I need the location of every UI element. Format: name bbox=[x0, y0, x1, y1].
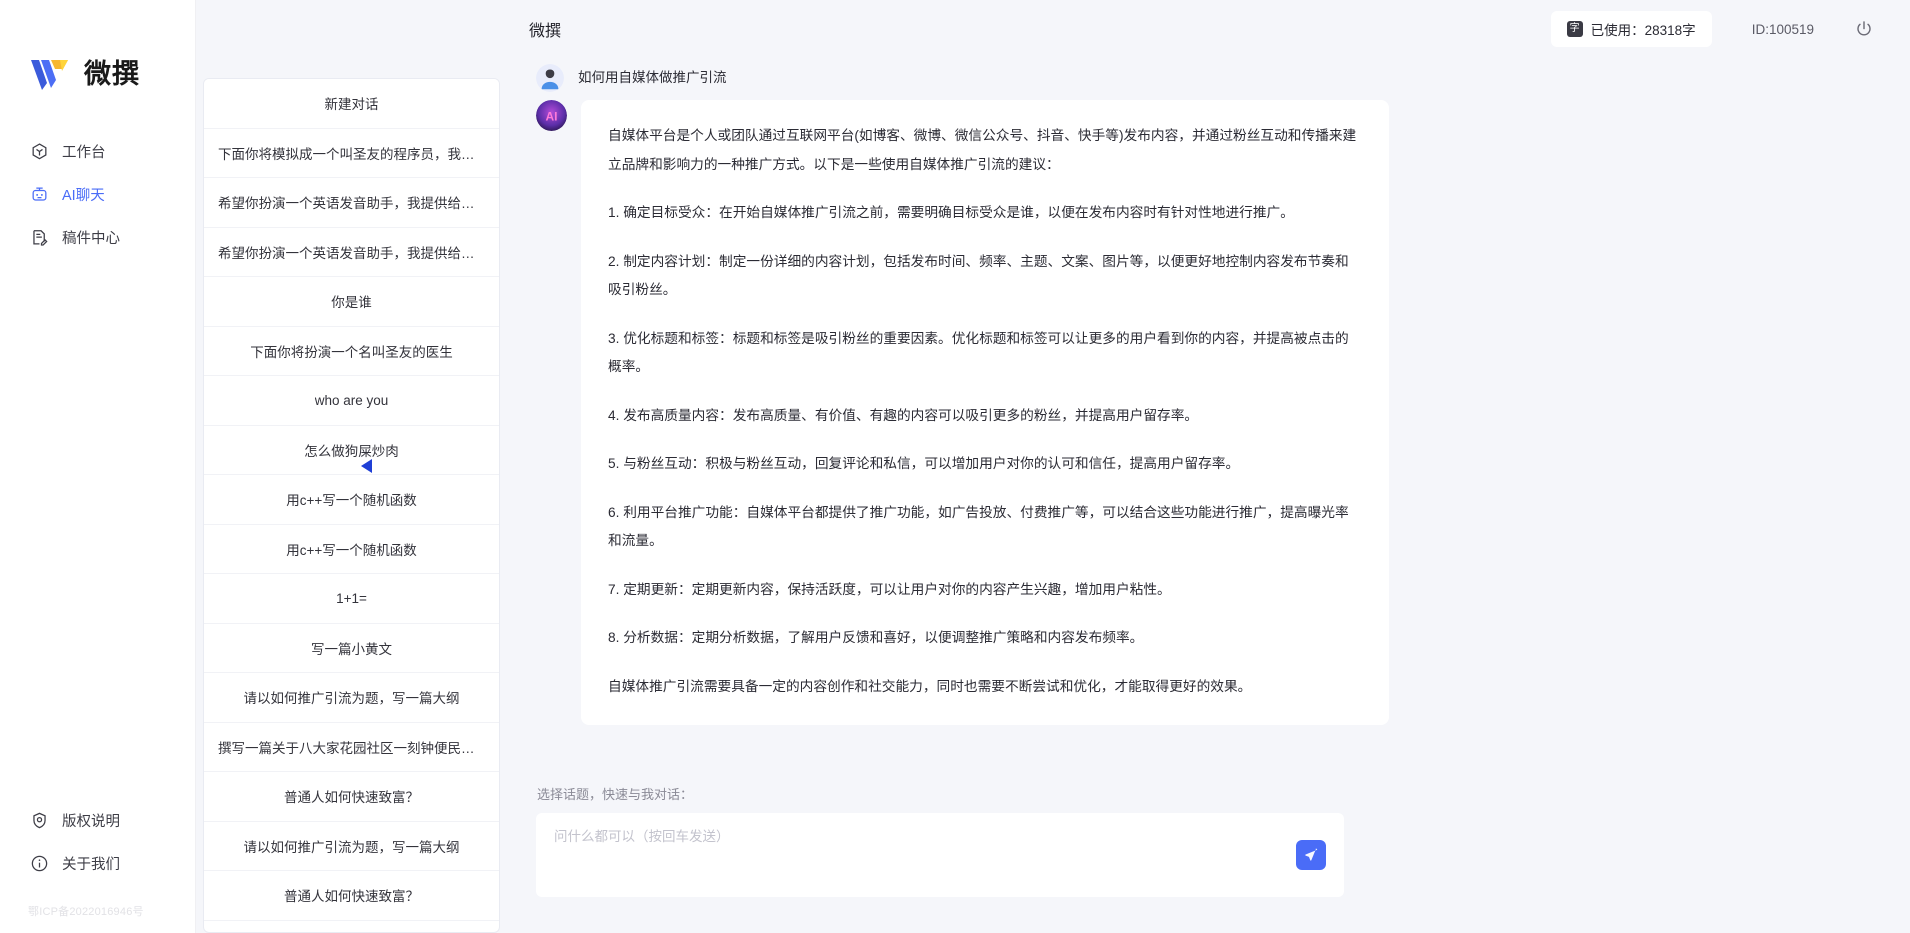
conversation-item[interactable]: 撰写一篇关于八大家花园社区一刻钟便民生... bbox=[204, 722, 499, 772]
conversation-item[interactable]: 希望你扮演一个英语发音助手，我提供给你... bbox=[204, 227, 499, 277]
robot-icon bbox=[30, 185, 49, 204]
left-sidebar: 微撰 工作台 AI聊天 稿件中心 版权说明 关于我们 鄂ICP备20220169… bbox=[0, 0, 196, 933]
topic-hint: 选择话题，快速与我对话： bbox=[537, 787, 694, 802]
new-chat-label: 新建对话 bbox=[324, 97, 379, 113]
info-icon bbox=[30, 854, 49, 873]
conversation-title: 希望你扮演一个英语发音助手，我提供给你... bbox=[218, 196, 485, 212]
conversation-title: 用c++写一个随机函数 bbox=[286, 542, 417, 558]
sidebar-item-label: 稿件中心 bbox=[62, 231, 120, 247]
conversation-title: 普通人如何快速致富？ bbox=[284, 889, 419, 905]
icp-record-number: 鄂ICP备2022016946号 bbox=[28, 906, 144, 918]
ai-paragraph: 4. 发布高质量内容：发布高质量、有价值、有趣的内容可以吸引更多的粉丝，并提高用… bbox=[608, 407, 1199, 423]
message-input-box[interactable]: 问什么都可以（按回车发送） bbox=[536, 813, 1344, 897]
ai-paragraph: 3. 优化标题和标签：标题和标签是吸引粉丝的重要因素。优化标题和标签可以让更多的… bbox=[608, 330, 1349, 375]
composer: 选择话题，快速与我对话： 问什么都可以（按回车发送） bbox=[507, 784, 1910, 933]
sidebar-bottom: 版权说明 关于我们 鄂ICP备2022016946号 bbox=[0, 799, 195, 933]
conversation-title: 下面你将模拟成一个叫圣友的程序员，我说... bbox=[218, 146, 485, 162]
ai-paragraph: 6. 利用平台推广功能：自媒体平台都提供了推广功能，如广告投放、付费推广等，可以… bbox=[608, 504, 1349, 549]
conversation-item[interactable]: 写一篇小黄文 bbox=[204, 623, 499, 673]
chat-message-list[interactable]: 如何用自媒体做推广引流 AI 自媒体平台是个人或团队通过互联网平台(如博客、微博… bbox=[507, 58, 1910, 784]
conversation-title: who are you bbox=[314, 392, 389, 408]
ai-message: AI 自媒体平台是个人或团队通过互联网平台(如博客、微博、微信公众号、抖音、快手… bbox=[507, 100, 1597, 725]
send-paper-plane-icon bbox=[1304, 847, 1319, 863]
conversation-title: 请以如何推广引流为题，写一篇大纲 bbox=[243, 691, 460, 707]
conversation-item[interactable]: 请以如何推广引流为题，写一篇大纲 bbox=[204, 673, 499, 723]
conversation-title: 用c++写一个随机函数 bbox=[286, 493, 417, 509]
sidebar-item-label: 工作台 bbox=[62, 145, 106, 161]
chevron-left-icon bbox=[360, 457, 374, 480]
conversation-title: 撰写一篇关于八大家花园社区一刻钟便民生... bbox=[218, 740, 485, 756]
conversation-item[interactable]: 怎么做狗屎炒肉 bbox=[204, 425, 499, 475]
conversation-list: 新建对话 下面你将模拟成一个叫圣友的程序员，我说... 希望你扮演一个英语发音助… bbox=[204, 79, 499, 921]
conversation-item[interactable]: 普通人如何快速致富？ bbox=[204, 871, 499, 921]
ai-paragraph: 8. 分析数据：定期分析数据，了解用户反馈和喜好，以便调整推广策略和内容发布频率… bbox=[608, 630, 1144, 645]
conversation-column: 新建对话 下面你将模拟成一个叫圣友的程序员，我说... 希望你扮演一个英语发音助… bbox=[196, 0, 507, 933]
conversation-title: 你是谁 bbox=[331, 295, 372, 311]
conversation-item[interactable]: who are you bbox=[204, 376, 499, 426]
svg-text:AI: AI bbox=[546, 110, 558, 124]
document-edit-icon bbox=[30, 228, 49, 247]
sidebar-item-copyright[interactable]: 版权说明 bbox=[0, 799, 195, 842]
conversation-title: 希望你扮演一个英语发音助手，我提供给你... bbox=[218, 245, 485, 261]
ai-paragraph: 1. 确定目标受众：在开始自媒体推广引流之前，需要明确目标受众是谁，以便在发布内… bbox=[608, 205, 1294, 220]
sidebar-item-manuscript-center[interactable]: 稿件中心 bbox=[0, 216, 195, 259]
ai-paragraph: 自媒体推广引流需要具备一定的内容创作和社交能力，同时也需要不断尝试和优化，才能取… bbox=[608, 678, 1252, 694]
user-id: ID:100519 bbox=[1751, 21, 1814, 37]
sidebar-collapse-button[interactable] bbox=[356, 455, 378, 481]
ai-paragraph: 自媒体平台是个人或团队通过互联网平台(如博客、微博、微信公众号、抖音、快手等)发… bbox=[608, 128, 1357, 172]
conversation-item[interactable]: 你是谁 bbox=[204, 277, 499, 327]
conversation-item[interactable]: 用c++写一个随机函数 bbox=[204, 475, 499, 525]
sidebar-item-label: AI聊天 bbox=[62, 188, 105, 204]
main-content: 微撰 字 已使用：28318字 ID:100519 如何用自媒体做推广引流 AI… bbox=[507, 0, 1910, 933]
conversation-title: 1+1= bbox=[336, 590, 367, 606]
power-icon[interactable] bbox=[1854, 19, 1874, 39]
conversation-item[interactable]: 请以如何推广引流为题，写一篇大纲 bbox=[204, 821, 499, 871]
ai-paragraph: 7. 定期更新：定期更新内容，保持活跃度，可以让用户对你的内容产生兴趣，增加用户… bbox=[608, 581, 1171, 597]
conversation-item[interactable]: 下面你将扮演一个名叫圣友的医生 bbox=[204, 326, 499, 376]
sidebar-item-ai-chat[interactable]: AI聊天 bbox=[0, 173, 195, 216]
ai-message-bubble: 自媒体平台是个人或团队通过互联网平台(如博客、微博、微信公众号、抖音、快手等)发… bbox=[581, 100, 1389, 725]
word-count-badge-icon: 字 bbox=[1566, 21, 1583, 37]
w-logo-icon bbox=[30, 57, 76, 91]
conversation-item[interactable]: 希望你扮演一个英语发音助手，我提供给你... bbox=[204, 178, 499, 228]
sidebar-nav: 工作台 AI聊天 稿件中心 bbox=[0, 130, 195, 259]
ai-paragraph: 5. 与粉丝互动：积极与粉丝互动，回复评论和私信，可以增加用户对你的认可和信任，… bbox=[608, 456, 1240, 471]
top-bar-actions: 字 已使用：28318字 ID:100519 bbox=[1550, 11, 1874, 47]
page-title: 微撰 bbox=[529, 23, 562, 40]
user-message: 如何用自媒体做推广引流 bbox=[507, 64, 1597, 92]
brand-name: 微撰 bbox=[84, 58, 140, 89]
usage-label: 已使用：28318字 bbox=[1590, 23, 1696, 38]
send-button[interactable] bbox=[1296, 840, 1326, 870]
sidebar-item-about-us[interactable]: 关于我们 bbox=[0, 842, 195, 885]
conversation-title: 普通人如何快速致富？ bbox=[284, 790, 419, 806]
user-message-text: 如何用自媒体做推广引流 bbox=[578, 70, 727, 85]
conversation-item[interactable]: 用c++写一个随机函数 bbox=[204, 524, 499, 574]
conversation-item[interactable]: 1+1= bbox=[204, 574, 499, 624]
new-chat-button[interactable]: 新建对话 bbox=[204, 79, 499, 129]
conversation-title: 请以如何推广引流为题，写一篇大纲 bbox=[243, 839, 460, 855]
conversation-item[interactable]: 普通人如何快速致富？ bbox=[204, 772, 499, 822]
conversation-title: 怎么做狗屎炒肉 bbox=[304, 443, 399, 459]
conversation-item[interactable]: 下面你将模拟成一个叫圣友的程序员，我说... bbox=[204, 128, 499, 178]
top-bar: 微撰 字 已使用：28318字 ID:100519 bbox=[507, 0, 1910, 58]
conversation-panel: 新建对话 下面你将模拟成一个叫圣友的程序员，我说... 希望你扮演一个英语发音助… bbox=[203, 78, 500, 933]
ai-paragraph: 2. 制定内容计划：制定一份详细的内容计划，包括发布时间、频率、主题、文案、图片… bbox=[608, 253, 1349, 298]
sidebar-item-workbench[interactable]: 工作台 bbox=[0, 130, 195, 173]
conversation-title: 下面你将扮演一个名叫圣友的医生 bbox=[250, 344, 453, 360]
user-avatar-icon bbox=[536, 64, 564, 92]
sidebar-item-label: 版权说明 bbox=[62, 814, 120, 830]
brand-logo[interactable]: 微撰 bbox=[0, 0, 195, 110]
conversation-title: 写一篇小黄文 bbox=[311, 641, 392, 657]
shield-icon bbox=[30, 811, 49, 830]
sidebar-item-label: 关于我们 bbox=[62, 857, 120, 873]
workbench-icon bbox=[30, 142, 49, 161]
message-input-placeholder: 问什么都可以（按回车发送） bbox=[554, 829, 730, 844]
ai-avatar-icon: AI bbox=[536, 100, 567, 131]
usage-pill[interactable]: 字 已使用：28318字 bbox=[1550, 11, 1712, 47]
